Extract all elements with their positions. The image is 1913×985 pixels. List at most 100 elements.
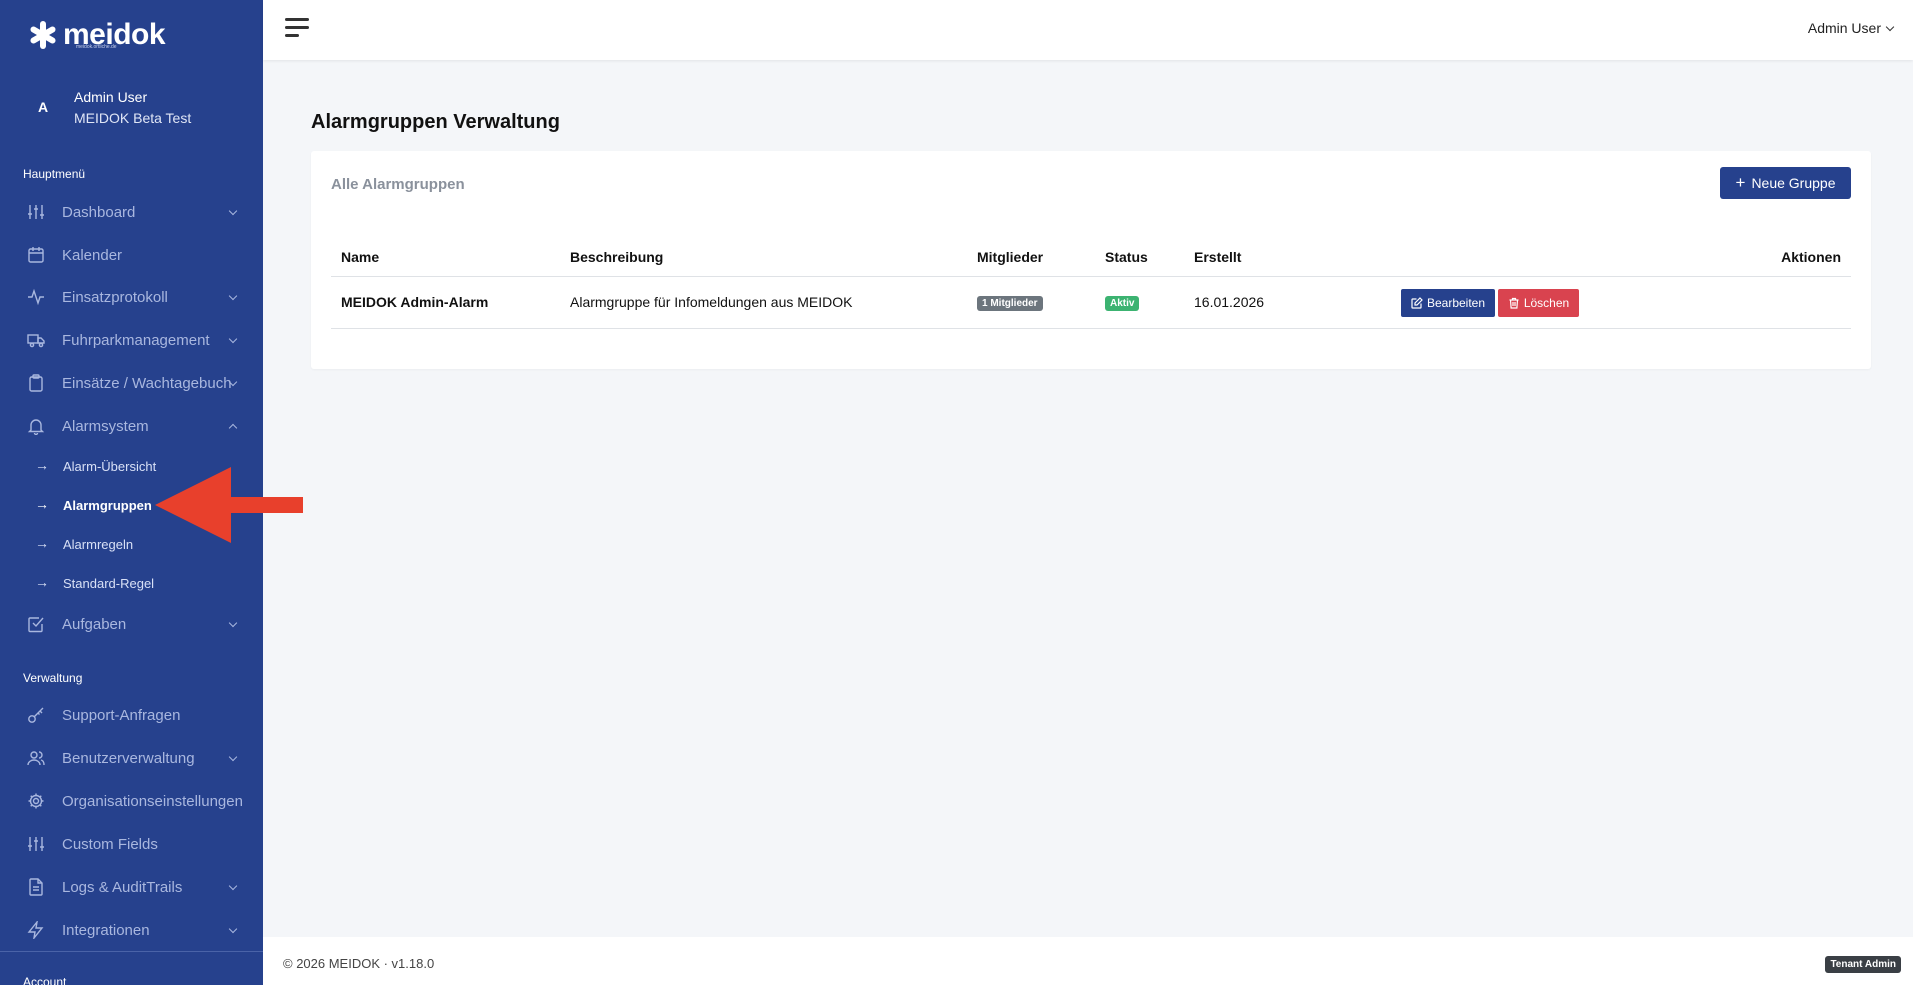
sidebar-divider bbox=[0, 951, 263, 952]
sidebar-item-label: Support-Anfragen bbox=[62, 707, 181, 724]
calendar-icon bbox=[28, 247, 44, 263]
chevron-up-icon bbox=[228, 423, 238, 433]
role-badge: Tenant Admin bbox=[1825, 956, 1901, 973]
column-header-members: Mitglieder bbox=[977, 249, 1044, 265]
arrow-right-icon: → bbox=[35, 496, 49, 512]
sidebar-subitem-label: Standard-Regel bbox=[63, 576, 155, 591]
edit-icon bbox=[1411, 297, 1423, 309]
sidebar-item-support[interactable]: Support-Anfragen bbox=[0, 697, 263, 733]
members-badge: 1 Mitglieder bbox=[977, 296, 1043, 311]
menu-toggle-icon[interactable] bbox=[285, 18, 311, 40]
new-group-button[interactable]: + Neue Gruppe bbox=[1720, 167, 1851, 199]
chevron-down-icon bbox=[1885, 22, 1895, 32]
sidebar-item-label: Kalender bbox=[62, 247, 123, 264]
avatar: A bbox=[37, 99, 49, 115]
arrow-right-icon: → bbox=[35, 535, 49, 551]
arrow-right-icon: → bbox=[35, 457, 49, 473]
file-text-icon bbox=[29, 878, 43, 896]
sidebar-item-alarmsystem[interactable]: Alarmsystem bbox=[0, 408, 263, 444]
sidebar-item-organisationseinstellungen[interactable]: Organisationseinstellungen bbox=[0, 783, 263, 819]
arrow-right-icon: → bbox=[35, 574, 49, 590]
sidebar-item-label: Aufgaben bbox=[62, 616, 127, 633]
sidebar-subitem-label: Alarmregeln bbox=[63, 537, 134, 552]
sidebar-user-panel: A Admin User MEIDOK Beta Test bbox=[0, 78, 263, 138]
sidebar-user-org: MEIDOK Beta Test bbox=[74, 110, 192, 126]
annotation-arrow-icon bbox=[155, 467, 303, 543]
sidebar-item-aufgaben[interactable]: Aufgaben bbox=[0, 606, 263, 642]
activity-icon bbox=[28, 288, 44, 306]
status-badge: Aktiv bbox=[1105, 296, 1140, 311]
star-of-life-icon bbox=[28, 20, 58, 50]
clipboard-icon bbox=[29, 374, 43, 392]
user-menu-label: Admin User bbox=[1807, 20, 1881, 36]
sidebar-item-label: Fuhrparkmanagement bbox=[62, 332, 210, 349]
sidebar-item-dashboard[interactable]: Dashboard bbox=[0, 194, 263, 230]
chevron-down-icon bbox=[228, 618, 238, 628]
sidebar-user-name: Admin User bbox=[74, 89, 148, 105]
sidebar-item-einsatzprotokoll[interactable]: Einsatzprotokoll bbox=[0, 279, 263, 315]
topbar: Admin User bbox=[263, 0, 1913, 60]
zap-icon bbox=[27, 921, 44, 939]
table-row: MEIDOK Admin-Alarm Alarmgruppe für Infom… bbox=[331, 277, 1851, 329]
sidebar-item-label: Benutzerverwaltung bbox=[62, 750, 195, 767]
section-label-account: Account bbox=[23, 975, 67, 985]
truck-icon bbox=[27, 334, 45, 348]
sidebar-item-label: Integrationen bbox=[62, 922, 150, 939]
new-group-label: Neue Gruppe bbox=[1751, 175, 1836, 191]
column-header-name: Name bbox=[341, 249, 380, 265]
delete-label: Löschen bbox=[1523, 296, 1570, 310]
gear-icon bbox=[28, 793, 44, 809]
sidebar-item-label: Einsätze / Wachtagebuch bbox=[62, 375, 232, 392]
sidebar-item-integrationen[interactable]: Integrationen bbox=[0, 912, 263, 948]
bell-icon bbox=[27, 419, 45, 435]
sidebar-item-label: Custom Fields bbox=[62, 836, 158, 853]
sidebar-item-label: Alarmsystem bbox=[62, 418, 149, 435]
sidebar-subitem-label: Alarmgruppen bbox=[63, 498, 152, 513]
plus-icon: + bbox=[1735, 173, 1746, 192]
edit-label: Bearbeiten bbox=[1426, 296, 1486, 310]
column-header-created: Erstellt bbox=[1194, 249, 1242, 265]
chevron-down-icon bbox=[228, 206, 238, 216]
page-title-rest: Verwaltung bbox=[453, 111, 560, 133]
card-title: Alle Alarmgruppen bbox=[331, 176, 465, 193]
sidebar-item-label: Dashboard bbox=[62, 204, 136, 221]
table-header: Name Beschreibung Mitglieder Status Erst… bbox=[331, 237, 1851, 277]
user-menu-dropdown[interactable]: Admin User bbox=[1807, 20, 1895, 36]
alarm-groups-card: Alle Alarmgruppen + Neue Gruppe Name Bes… bbox=[311, 151, 1871, 369]
sidebar-item-kalender[interactable]: Kalender bbox=[0, 237, 263, 273]
chevron-down-icon bbox=[228, 334, 238, 344]
created-date: 16.01.2026 bbox=[1194, 294, 1265, 310]
section-label-main: Hauptmenü bbox=[23, 167, 86, 181]
page-title-bold: Alarmgruppen bbox=[311, 111, 448, 133]
chevron-down-icon bbox=[228, 291, 238, 301]
sidebar-item-logs[interactable]: Logs & AuditTrails bbox=[0, 869, 263, 905]
column-header-status: Status bbox=[1105, 249, 1148, 265]
sidebar-item-custom-fields[interactable]: Custom Fields bbox=[0, 826, 263, 862]
check-square-icon bbox=[28, 617, 44, 633]
section-label-admin: Verwaltung bbox=[23, 671, 83, 685]
footer: © 2026 MEIDOK · v1.18.0 Tenant Admin bbox=[263, 937, 1913, 985]
group-name: MEIDOK Admin-Alarm bbox=[341, 294, 489, 310]
sliders-icon bbox=[28, 837, 44, 851]
column-header-actions: Aktionen bbox=[1781, 249, 1841, 265]
sidebar-item-einsaetze[interactable]: Einsätze / Wachtagebuch bbox=[0, 365, 263, 401]
chevron-down-icon bbox=[228, 924, 238, 934]
users-icon bbox=[27, 751, 45, 766]
brand-tagline: meidok.ortliche.de bbox=[76, 44, 117, 50]
sidebar-item-benutzerverwaltung[interactable]: Benutzerverwaltung bbox=[0, 740, 263, 776]
sidebar-subitem-standard-regel[interactable]: → Standard-Regel bbox=[0, 569, 263, 597]
trash-icon bbox=[1509, 297, 1519, 309]
sidebar-subitem-label: Alarm-Übersicht bbox=[63, 459, 157, 474]
chevron-down-icon bbox=[228, 881, 238, 891]
chevron-down-icon bbox=[228, 752, 238, 762]
edit-button[interactable]: Bearbeiten bbox=[1401, 289, 1495, 317]
sidebar-item-label: Organisationseinstellungen bbox=[62, 793, 243, 810]
sidebar-item-label: Einsatzprotokoll bbox=[62, 289, 168, 306]
sliders-icon bbox=[28, 205, 44, 219]
page-title: Alarmgruppen Verwaltung bbox=[311, 111, 560, 134]
delete-button[interactable]: Löschen bbox=[1498, 289, 1579, 317]
group-description: Alarmgruppe für Infomeldungen aus MEIDOK bbox=[570, 294, 853, 310]
column-header-description: Beschreibung bbox=[570, 249, 664, 265]
sidebar-item-fuhrparkmanagement[interactable]: Fuhrparkmanagement bbox=[0, 322, 263, 358]
key-icon bbox=[28, 707, 44, 723]
